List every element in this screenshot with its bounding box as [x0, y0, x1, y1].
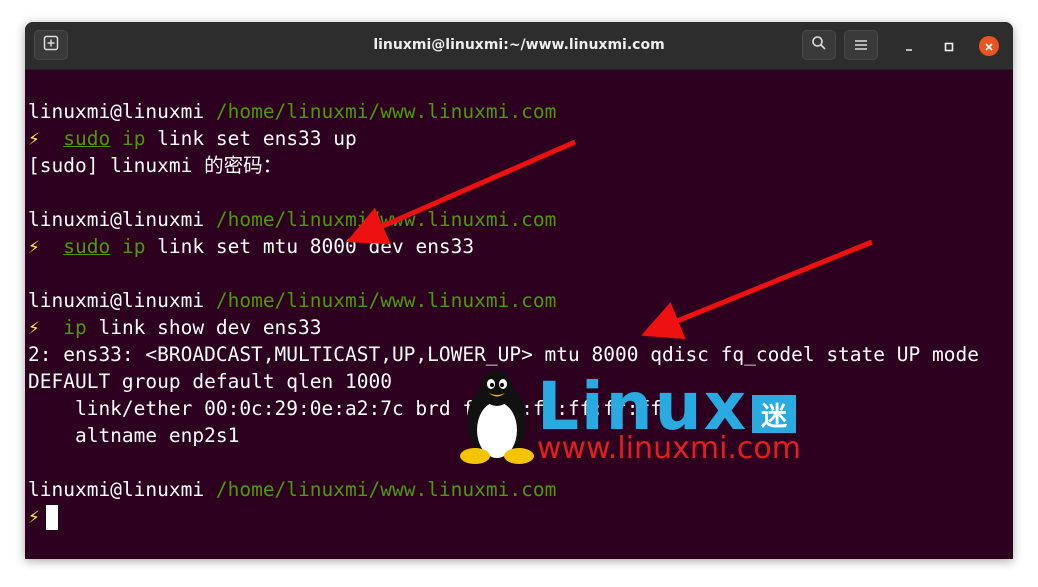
terminal-window: linuxmi@linuxmi:~/www.linuxmi.com linuxm… — [25, 22, 1013, 559]
tux-penguin-icon — [455, 366, 540, 470]
output-line: DEFAULT group default qlen 1000 — [28, 370, 392, 393]
bolt-icon: ⚡ — [28, 235, 40, 258]
cwd-path: /home/linuxmi/www.linuxmi.com — [215, 100, 557, 123]
prompt-line: linuxmi@linuxmi /home/linuxmi/www.linuxm… — [28, 476, 556, 503]
cmd-sudo: sudo — [63, 235, 111, 258]
cmd-args: link show dev ens33 — [86, 316, 322, 339]
cmd-args: link set ens33 up — [145, 127, 357, 150]
cwd-path: /home/linuxmi/www.linuxmi.com — [215, 478, 557, 501]
menu-button[interactable] — [844, 30, 878, 60]
command-line: ⚡ ip link show dev ens33 — [28, 314, 322, 341]
hamburger-menu-icon — [854, 36, 868, 55]
cwd-path: /home/linuxmi/www.linuxmi.com — [215, 289, 557, 312]
cmd-ip: ip — [121, 127, 146, 150]
watermark-brand-cn: 迷 — [752, 395, 796, 433]
search-button[interactable] — [802, 30, 836, 60]
command-line: ⚡ sudo ip link set ens33 up — [28, 125, 357, 152]
maximize-icon — [944, 37, 954, 56]
title-bar: linuxmi@linuxmi:~/www.linuxmi.com — [25, 22, 1013, 70]
bolt-icon: ⚡ — [28, 505, 40, 528]
cmd-sudo: sudo — [63, 127, 111, 150]
maximize-button[interactable] — [939, 36, 959, 56]
bolt-icon: ⚡ — [28, 127, 40, 150]
search-icon — [811, 35, 827, 55]
terminal-output[interactable]: linuxmi@linuxmi /home/linuxmi/www.linuxm… — [28, 96, 979, 559]
bolt-icon: ⚡ — [28, 316, 40, 339]
user-host: linuxmi@linuxmi — [28, 208, 205, 231]
sudo-password-prompt: [sudo] linuxmi 的密码： — [28, 154, 283, 177]
user-host: linuxmi@linuxmi — [28, 289, 205, 312]
watermark-url: www.linuxmi.com — [537, 431, 802, 466]
prompt-line: linuxmi@linuxmi /home/linuxmi/www.linuxm… — [28, 287, 556, 314]
cmd-args: link set mtu 8000 dev ens33 — [145, 235, 475, 258]
prompt-line: linuxmi@linuxmi /home/linuxmi/www.linuxm… — [28, 98, 556, 125]
command-line: ⚡ — [28, 503, 58, 530]
close-icon — [984, 37, 994, 56]
cwd-path: /home/linuxmi/www.linuxmi.com — [215, 208, 557, 231]
minimize-button[interactable] — [899, 36, 919, 56]
output-line: altname enp2s1 — [28, 424, 240, 447]
prompt-line: linuxmi@linuxmi /home/linuxmi/www.linuxm… — [28, 206, 556, 233]
user-host: linuxmi@linuxmi — [28, 478, 205, 501]
close-button[interactable] — [979, 36, 999, 56]
cmd-ip: ip — [63, 316, 87, 339]
minimize-icon — [904, 37, 914, 56]
cmd-ip: ip — [121, 235, 146, 258]
user-host: linuxmi@linuxmi — [28, 100, 205, 123]
command-line: ⚡ sudo ip link set mtu 8000 dev ens33 — [28, 233, 474, 260]
text-cursor — [45, 505, 58, 530]
output-line: 2: ens33: <BROADCAST,MULTICAST,UP,LOWER_… — [28, 343, 979, 366]
